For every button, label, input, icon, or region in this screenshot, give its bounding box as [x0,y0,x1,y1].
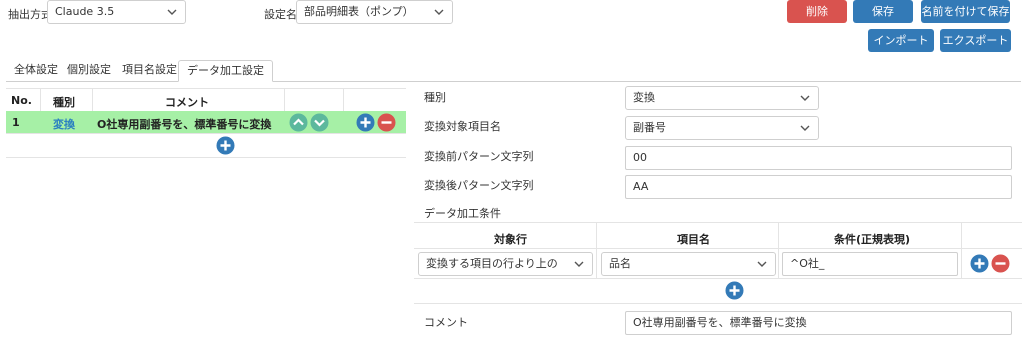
table-row-border [414,278,1022,279]
tab-data-processing-settings[interactable]: データ加工設定 [178,60,273,82]
arrow-down-circle-icon[interactable] [310,113,329,132]
condition-regex-value: ^O社_ [790,257,825,270]
import-button[interactable]: インポート [868,29,934,52]
column-header-condition: 条件(正規表現) [834,233,911,246]
tab-individual-settings[interactable]: 個別設定 [59,60,119,82]
before-pattern-label: 変換前パターン文字列 [424,150,534,163]
column-header-no: No. [11,94,32,107]
plus-circle-icon[interactable] [970,254,989,273]
save-button[interactable]: 保存 [853,0,913,23]
extract-method-select[interactable]: Claude 3.5 [47,0,186,24]
tab-general-settings[interactable]: 全体設定 [6,60,66,82]
before-pattern-input[interactable]: 00 [625,146,1012,170]
comment-value: O社専用副番号を、標準番号に変換 [633,316,807,329]
table-border-top [6,88,406,89]
target-row-value: 変換する項目の行より上の [426,257,558,270]
comment-input[interactable]: O社専用副番号を、標準番号に変換 [625,311,1012,335]
column-divider [596,222,597,279]
type-value: 変換 [633,91,655,104]
setting-name-value: 部品明細表（ポンプ） [304,5,414,18]
column-header-target-row: 対象行 [494,233,527,246]
row-type: 変換 [53,118,75,131]
plus-circle-icon[interactable] [356,113,375,132]
target-item-select[interactable]: 副番号 [625,116,819,140]
save-as-button[interactable]: 名前を付けて保存 [921,0,1010,23]
target-item-label: 変換対象項目名 [424,120,501,133]
table-border-top [414,222,1022,223]
arrow-up-circle-icon[interactable] [289,113,308,132]
column-divider [961,222,962,279]
chevron-down-icon [574,261,584,267]
minus-circle-icon[interactable] [991,254,1010,273]
chevron-down-icon [800,95,810,101]
item-name-value: 品名 [609,257,631,270]
after-pattern-label: 変換後パターン文字列 [424,179,534,192]
chevron-down-icon [757,261,767,267]
comment-label: コメント [424,316,468,329]
column-header-type: 種別 [53,96,75,109]
before-pattern-value: 00 [633,151,647,164]
table-row-selected[interactable]: 1 変換 O社専用副番号を、標準番号に変換 [6,111,406,133]
setting-name-select[interactable]: 部品明細表（ポンプ） [296,0,453,24]
after-pattern-value: AA [633,180,649,193]
chevron-down-icon [434,9,444,15]
condition-regex-input[interactable]: ^O社_ [782,252,958,276]
extract-method-label: 抽出方式 [8,8,52,21]
target-row-select[interactable]: 変換する項目の行より上の [418,252,593,276]
plus-circle-icon[interactable] [216,136,235,155]
column-divider [778,222,779,279]
row-comment: O社専用副番号を、標準番号に変換 [97,118,272,131]
row-no: 1 [12,116,20,129]
export-button[interactable]: エクスポート [940,29,1011,52]
column-header-comment: コメント [165,96,209,109]
table-footer-border [6,157,406,158]
chevron-down-icon [167,9,177,15]
plus-circle-icon[interactable] [725,281,744,300]
setting-name-label: 設定名 [264,8,297,21]
column-header-item-name: 項目名 [677,233,710,246]
type-label: 種別 [424,91,446,104]
condition-section-label: データ加工条件 [424,207,501,220]
table-border-bottom [6,133,406,134]
minus-circle-icon[interactable] [377,113,396,132]
table-footer-border [414,303,1022,304]
header-divider [414,248,1022,249]
tab-item-name-settings[interactable]: 項目名設定 [114,60,185,82]
after-pattern-input[interactable]: AA [625,175,1012,199]
target-item-value: 副番号 [633,121,666,134]
delete-button[interactable]: 削除 [787,0,847,23]
item-name-select[interactable]: 品名 [601,252,776,276]
extract-method-value: Claude 3.5 [55,5,115,18]
chevron-down-icon [800,125,810,131]
type-select[interactable]: 変換 [625,86,819,110]
